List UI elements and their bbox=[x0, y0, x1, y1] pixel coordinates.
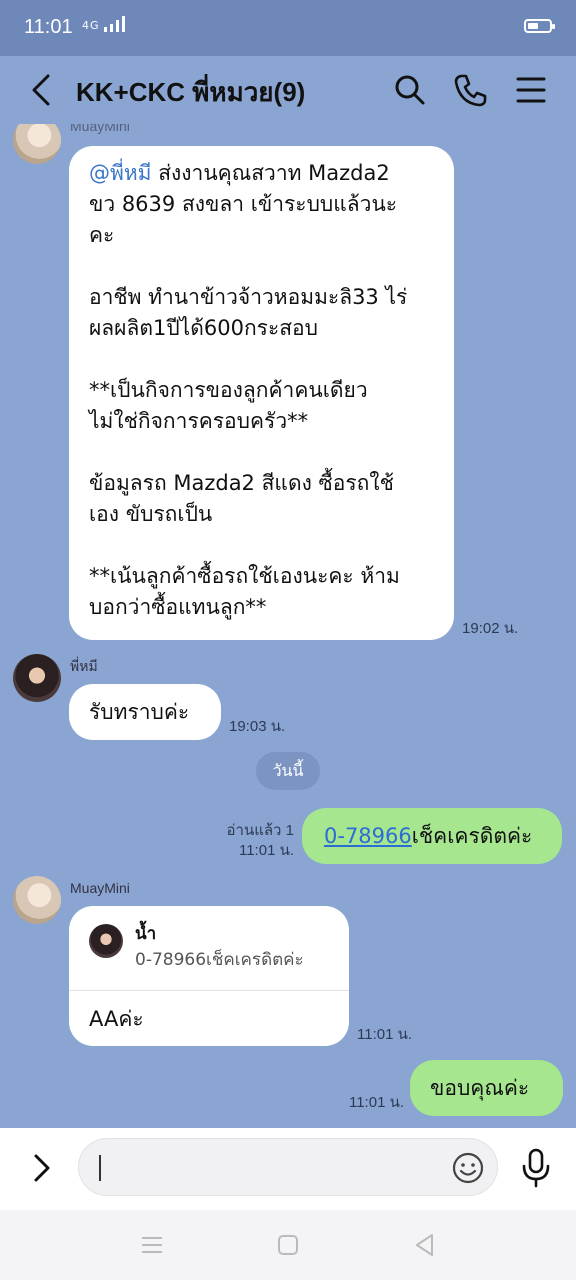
status-bar: 11:01 4G bbox=[0, 0, 576, 56]
voice-button[interactable] bbox=[514, 1146, 558, 1190]
back-button[interactable] bbox=[22, 70, 62, 110]
sender-name: MuayMini bbox=[70, 880, 130, 896]
emoji-button[interactable] bbox=[451, 1151, 485, 1185]
reply-message-bubble[interactable]: น้ำ 0-78966เช็คเครดิตค่ะ AAค่ะ bbox=[69, 906, 349, 1046]
chevron-left-icon bbox=[32, 74, 50, 106]
status-time: 11:01 bbox=[24, 16, 73, 38]
chat-header: KK+CKC พี่หมวย(9) bbox=[0, 56, 576, 124]
message-time: 11:01 น. bbox=[357, 1026, 413, 1043]
avatar[interactable] bbox=[13, 124, 61, 164]
system-nav-bar bbox=[0, 1210, 576, 1280]
signal-icon: 4G bbox=[82, 16, 128, 32]
sender-name: พี่หมี bbox=[70, 658, 98, 674]
message-text: @พี่หมี ส่งงานคุณสวาท Mazda2 ขว 8639 สงข… bbox=[89, 161, 408, 619]
sender-name: MuayMini bbox=[70, 124, 130, 134]
message-text: รับทราบค่ะ bbox=[89, 700, 190, 724]
avatar[interactable] bbox=[13, 654, 61, 702]
message-bubble[interactable]: @พี่หมี ส่งงานคุณสวาท Mazda2 ขว 8639 สงข… bbox=[69, 146, 454, 640]
expand-button[interactable] bbox=[22, 1148, 62, 1188]
mention[interactable]: @พี่หมี bbox=[89, 161, 152, 185]
menu-icon bbox=[516, 77, 546, 103]
square-icon bbox=[278, 1235, 298, 1255]
search-icon bbox=[395, 75, 425, 105]
message-input-bar bbox=[0, 1128, 576, 1210]
chat-area[interactable]: MuayMini @พี่หมี ส่งงานคุณสวาท Mazda2 ขว… bbox=[0, 124, 576, 1128]
text-caret bbox=[99, 1155, 101, 1181]
chat-title: KK+CKC พี่หมวย(9) bbox=[76, 77, 306, 107]
date-divider: วันนี้ bbox=[256, 752, 320, 790]
quoted-message[interactable]: น้ำ 0-78966เช็คเครดิตค่ะ bbox=[69, 906, 349, 991]
message-time: 19:02 น. bbox=[462, 620, 519, 637]
triangle-back-icon bbox=[416, 1234, 433, 1256]
message-text: 0-78966เช็คเครดิตค่ะ bbox=[324, 824, 533, 848]
quote-sender: น้ำ bbox=[135, 924, 157, 944]
message-time: 11:01 น. bbox=[348, 1094, 404, 1111]
chevron-right-icon bbox=[34, 1154, 50, 1182]
message-text: AAค่ะ bbox=[89, 1007, 144, 1031]
quote-text: 0-78966เช็คเครดิตค่ะ bbox=[135, 950, 304, 970]
message-input[interactable] bbox=[78, 1138, 498, 1196]
message-bubble[interactable]: รับทราบค่ะ bbox=[69, 684, 221, 740]
message-text: ขอบคุณค่ะ bbox=[430, 1076, 530, 1100]
system-back-button[interactable] bbox=[410, 1230, 440, 1260]
menu-button[interactable] bbox=[512, 70, 552, 110]
avatar[interactable] bbox=[13, 876, 61, 924]
menu-lines-icon bbox=[142, 1237, 162, 1253]
phone-icon bbox=[454, 74, 487, 107]
phone-link[interactable]: 0-78966 bbox=[324, 824, 412, 848]
my-message-bubble[interactable]: 0-78966เช็คเครดิตค่ะ bbox=[302, 808, 562, 864]
smiley-icon bbox=[452, 1152, 484, 1184]
call-button[interactable] bbox=[450, 70, 490, 110]
microphone-icon bbox=[522, 1148, 550, 1188]
network-type: 4G bbox=[82, 19, 100, 32]
message-time: 19:03 น. bbox=[229, 718, 286, 735]
recent-apps-button[interactable] bbox=[137, 1230, 167, 1260]
home-button[interactable] bbox=[273, 1230, 303, 1260]
quote-avatar bbox=[89, 924, 123, 958]
battery-icon bbox=[524, 19, 555, 33]
search-button[interactable] bbox=[390, 70, 430, 110]
message-time: 11:01 น. bbox=[238, 842, 294, 859]
my-message-bubble[interactable]: ขอบคุณค่ะ bbox=[410, 1060, 563, 1116]
